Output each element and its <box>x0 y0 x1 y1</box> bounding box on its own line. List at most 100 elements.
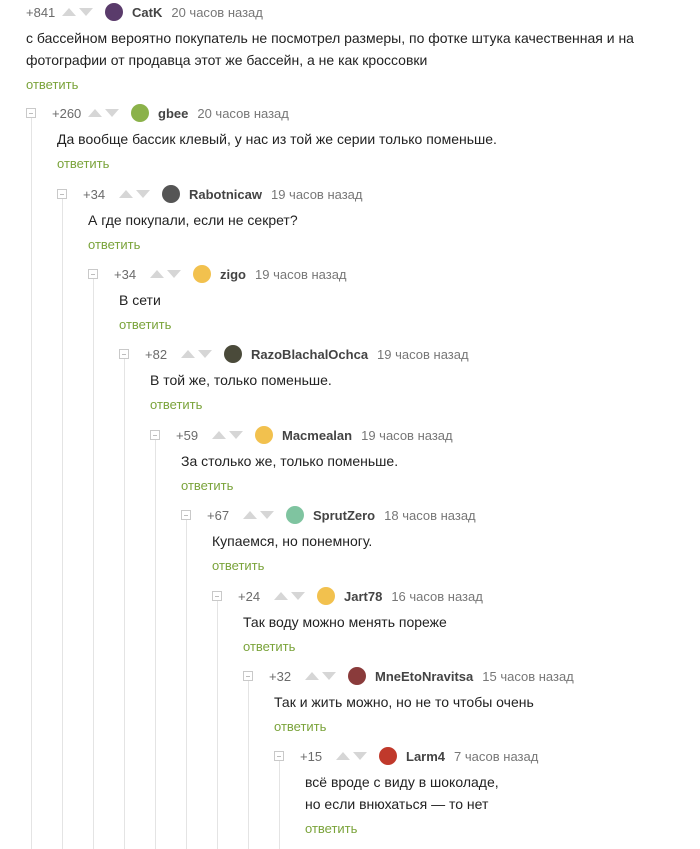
vote-controls <box>62 8 93 16</box>
comment-time[interactable]: 19 часов назад <box>271 187 363 202</box>
upvote-icon[interactable] <box>150 270 164 278</box>
comment-author[interactable]: Jart78 <box>344 589 382 604</box>
comment-author[interactable]: RazoBlachalOchca <box>251 347 368 362</box>
avatar[interactable] <box>162 185 180 203</box>
vote-controls <box>181 350 212 358</box>
avatar[interactable] <box>131 104 149 122</box>
comment-author[interactable]: Rabotnicaw <box>189 187 262 202</box>
comment-rating: +260 <box>52 105 82 121</box>
collapse-toggle-icon[interactable] <box>119 349 129 359</box>
vote-controls <box>212 431 243 439</box>
comment-author[interactable]: SprutZero <box>313 508 375 523</box>
avatar[interactable] <box>193 265 211 283</box>
avatar[interactable] <box>286 506 304 524</box>
reply-link[interactable]: ответить <box>150 397 202 412</box>
reply-link[interactable]: ответить <box>274 719 326 734</box>
collapse-toggle-icon[interactable] <box>26 108 36 118</box>
collapse-toggle-icon[interactable] <box>274 751 284 761</box>
comment-author[interactable]: gbee <box>158 106 188 121</box>
collapse-toggle-icon[interactable] <box>88 269 98 279</box>
comment-header: +59 Macmealan 19 часов назад <box>150 424 453 446</box>
comment-time[interactable]: 19 часов назад <box>255 267 347 282</box>
collapse-toggle-icon[interactable] <box>243 671 253 681</box>
downvote-icon[interactable] <box>136 190 150 198</box>
collapse-toggle-icon[interactable] <box>212 591 222 601</box>
upvote-icon[interactable] <box>119 190 133 198</box>
comment-time[interactable]: 20 часов назад <box>197 106 289 121</box>
reply-link[interactable]: ответить <box>26 77 78 92</box>
upvote-icon[interactable] <box>336 752 350 760</box>
comment-rating: +82 <box>145 346 168 362</box>
downvote-icon[interactable] <box>353 752 367 760</box>
comment-time[interactable]: 18 часов назад <box>384 508 476 523</box>
comment-header: +24 Jart78 16 часов назад <box>212 585 483 607</box>
comment-text-line: За столько же, только поменьше. <box>181 453 399 469</box>
downvote-icon[interactable] <box>229 431 243 439</box>
comment-text: За столько же, только поменьше. <box>181 450 398 472</box>
comment-rating: +15 <box>300 748 323 764</box>
avatar[interactable] <box>255 426 273 444</box>
downvote-icon[interactable] <box>260 511 274 519</box>
downvote-icon[interactable] <box>79 8 93 16</box>
comment-time[interactable]: 19 часов назад <box>377 347 469 362</box>
comment-author[interactable]: Larm4 <box>406 749 445 764</box>
comment-time[interactable]: 16 часов назад <box>391 589 483 604</box>
collapse-toggle-icon[interactable] <box>181 510 191 520</box>
comment-text: А где покупали, если не секрет? <box>88 209 298 231</box>
comment-time[interactable]: 19 часов назад <box>361 428 453 443</box>
comment-header: +15 Larm4 7 часов назад <box>274 745 538 767</box>
reply-link[interactable]: ответить <box>305 821 357 836</box>
reply-link[interactable]: ответить <box>88 237 140 252</box>
reply-link[interactable]: ответить <box>119 317 171 332</box>
comment-header: +34 zigo 19 часов назад <box>88 263 347 285</box>
avatar[interactable] <box>348 667 366 685</box>
vote-controls <box>336 752 367 760</box>
comment-text-line: В той же, только поменьше. <box>150 372 332 388</box>
comment-text-line: А где покупали, если не секрет? <box>88 212 298 228</box>
upvote-icon[interactable] <box>212 431 226 439</box>
upvote-icon[interactable] <box>181 350 195 358</box>
upvote-icon[interactable] <box>305 672 319 680</box>
comment-rating: +32 <box>269 668 292 684</box>
comment-author[interactable]: MneEtoNravitsa <box>375 669 473 684</box>
comment-text: Да вообще бассик клевый, у нас из той же… <box>57 128 497 150</box>
comment: +841 CatK 20 часов назад с бассейном вероят… <box>0 1 700 92</box>
comment-header: +841 CatK 20 часов назад <box>26 1 263 23</box>
upvote-icon[interactable] <box>274 592 288 600</box>
upvote-icon[interactable] <box>243 511 257 519</box>
comment-text: Так воду можно менять пореже <box>243 611 447 633</box>
vote-controls <box>305 672 336 680</box>
comment-time[interactable]: 7 часов назад <box>454 749 538 764</box>
reply-link[interactable]: ответить <box>212 558 264 573</box>
upvote-icon[interactable] <box>62 8 76 16</box>
comment-author[interactable]: zigo <box>220 267 246 282</box>
comment: +82 RazoBlachalOchca 19 часов назад В той ж… <box>0 343 700 423</box>
upvote-icon[interactable] <box>88 109 102 117</box>
collapse-toggle-icon[interactable] <box>150 430 160 440</box>
reply-link[interactable]: ответить <box>181 478 233 493</box>
downvote-icon[interactable] <box>105 109 119 117</box>
comment-text: всё вроде с виду в шоколаде, но если внюх… <box>305 771 499 815</box>
reply-link[interactable]: ответить <box>57 156 109 171</box>
comment-header: +34 Rabotnicaw 19 часов назад <box>57 183 362 205</box>
comment-author[interactable]: Macmealan <box>282 428 352 443</box>
comment-text-line: В сети <box>119 292 161 308</box>
comment-author[interactable]: CatK <box>132 5 162 20</box>
collapse-toggle-icon[interactable] <box>57 189 67 199</box>
downvote-icon[interactable] <box>322 672 336 680</box>
avatar[interactable] <box>379 747 397 765</box>
vote-controls <box>274 592 305 600</box>
downvote-icon[interactable] <box>167 270 181 278</box>
comment-time[interactable]: 15 часов назад <box>482 669 574 684</box>
downvote-icon[interactable] <box>198 350 212 358</box>
reply-link[interactable]: ответить <box>243 639 295 654</box>
comment-text-line: Так и жить можно, но не то чтобы очень <box>274 694 534 710</box>
thread-branch-line[interactable] <box>279 761 280 849</box>
comment-header: +82 RazoBlachalOchca 19 часов назад <box>119 343 469 365</box>
avatar[interactable] <box>317 587 335 605</box>
avatar[interactable] <box>224 345 242 363</box>
avatar[interactable] <box>105 3 123 21</box>
downvote-icon[interactable] <box>291 592 305 600</box>
comment: +15 Larm4 7 часов назад всё вроде с виду в … <box>0 745 700 836</box>
comment-time[interactable]: 20 часов назад <box>171 5 263 20</box>
